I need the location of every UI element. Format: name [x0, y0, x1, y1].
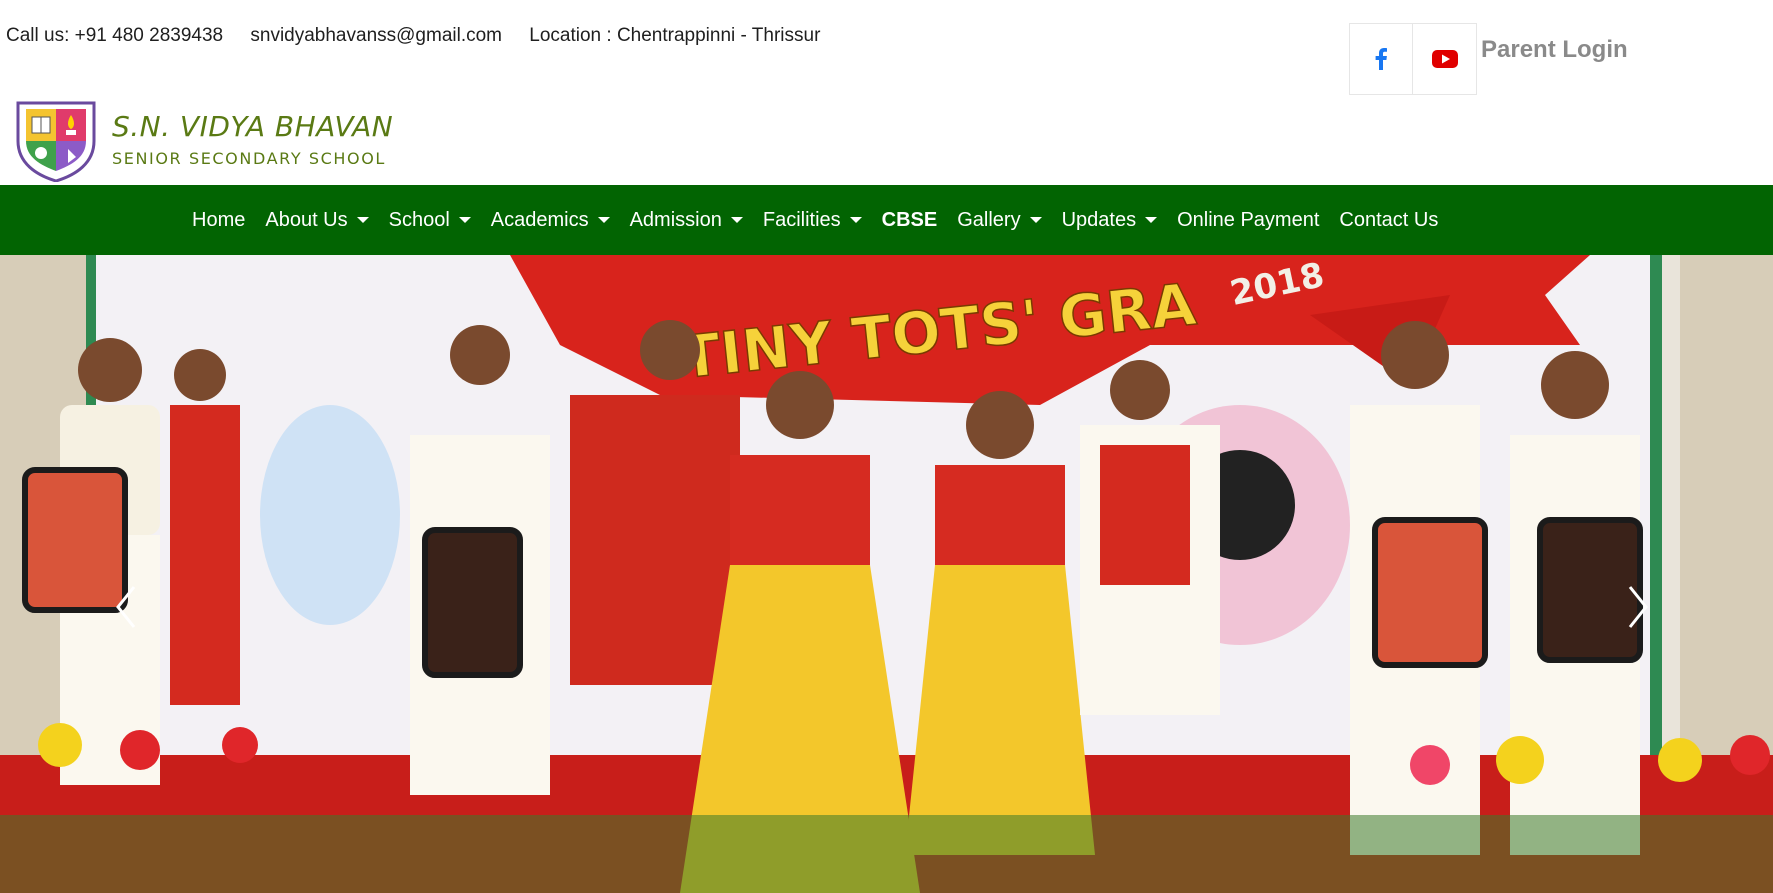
nav-menu: Home About Us School Academics Admission… — [192, 185, 1458, 255]
nav-item-admission[interactable]: Admission — [630, 209, 743, 232]
nav-label: Home — [192, 208, 246, 231]
school-subtitle: SENIOR SECONDARY SCHOOL — [112, 149, 386, 168]
email-link[interactable]: snvidyabhavanss@gmail.com — [250, 25, 502, 46]
nav-item-school[interactable]: School — [389, 209, 471, 232]
nav-item-facilities[interactable]: Facilities — [763, 209, 862, 232]
school-name: S.N. VIDYA BHAVAN — [112, 110, 394, 143]
contact-info: Call us: +91 480 2839438 snvidyabhavanss… — [6, 25, 842, 47]
parent-login-link[interactable]: Parent Login — [1481, 36, 1628, 64]
nav-item-online-payment[interactable]: Online Payment — [1177, 209, 1319, 232]
nav-label: School — [388, 208, 450, 231]
school-name-block: S.N. VIDYA BHAVAN SENIOR SECONDARY SCHOO… — [112, 110, 394, 169]
carousel-prev-button[interactable] — [114, 585, 138, 629]
caret-down-icon — [1145, 217, 1158, 223]
chevron-left-icon — [116, 586, 136, 628]
nav-label: Contact Us — [1339, 208, 1439, 231]
nav-label: About Us — [265, 208, 348, 231]
caret-down-icon — [356, 217, 369, 223]
nav-item-updates[interactable]: Updates — [1062, 209, 1158, 232]
youtube-icon — [1431, 50, 1458, 68]
youtube-link[interactable] — [1413, 23, 1477, 95]
caret-down-icon — [458, 217, 471, 223]
school-crest-icon — [16, 101, 96, 182]
nav-item-cbse[interactable]: CBSE — [882, 209, 938, 232]
phone-text: Call us: +91 480 2839438 — [6, 25, 224, 46]
main-navbar: Home About Us School Academics Admission… — [0, 185, 1773, 255]
nav-label: Updates — [1061, 208, 1137, 231]
nav-label: Facilities — [762, 208, 841, 231]
nav-label: Gallery — [957, 208, 1021, 231]
nav-item-about-us[interactable]: About Us — [265, 208, 369, 232]
nav-item-contact-us[interactable]: Contact Us — [1339, 209, 1438, 232]
hero-carousel: TINY TOTS' GRA 2018 — [0, 255, 1773, 893]
chevron-right-icon — [1628, 586, 1648, 628]
caret-down-icon — [849, 217, 862, 223]
nav-item-academics[interactable]: Academics — [491, 209, 610, 232]
nav-label: Academics — [490, 208, 589, 231]
nav-label: CBSE — [881, 208, 938, 231]
caret-down-icon — [597, 217, 610, 223]
location-text: Location : Chentrappinni - Thrissur — [529, 25, 821, 46]
nav-label: Admission — [629, 208, 722, 231]
school-logo[interactable]: S.N. VIDYA BHAVAN SENIOR SECONDARY SCHOO… — [12, 97, 393, 182]
facebook-link[interactable] — [1349, 23, 1413, 95]
facebook-icon — [1375, 48, 1387, 70]
carousel-next-button[interactable] — [1626, 585, 1650, 629]
caret-down-icon — [730, 217, 743, 223]
nav-item-home[interactable]: Home — [192, 209, 245, 232]
nav-label: Online Payment — [1177, 208, 1320, 231]
top-contact-bar: Call us: +91 480 2839438 snvidyabhavanss… — [0, 0, 1773, 95]
caret-down-icon — [1029, 217, 1042, 223]
nav-item-gallery[interactable]: Gallery — [957, 208, 1042, 232]
social-links — [1349, 23, 1477, 95]
hero-slide-image: TINY TOTS' GRA 2018 — [0, 255, 1773, 893]
